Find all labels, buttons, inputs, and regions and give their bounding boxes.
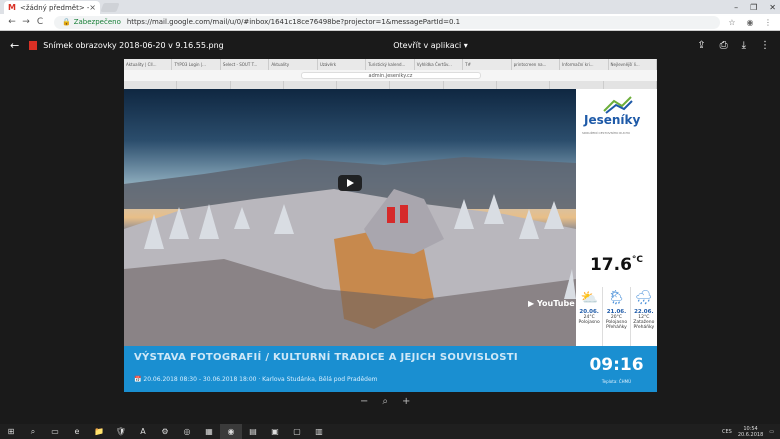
clock-source: Teplota: ČHMÚ: [601, 379, 632, 384]
temperature-value: 17.6: [589, 255, 632, 275]
app-icon[interactable]: ▣: [264, 424, 286, 439]
acrobat-icon[interactable]: A: [132, 424, 154, 439]
screenshot-image: Aktuality | Cll... TYPO3 Login |... Sele…: [124, 59, 657, 392]
youtube-logo: ▶ YouTube: [528, 299, 575, 308]
menu-icon[interactable]: ⋮: [762, 18, 774, 27]
forecast-desc: Zataženo Přeháňky: [633, 320, 655, 330]
app-icon[interactable]: ◎: [176, 424, 198, 439]
close-viewer-icon[interactable]: ←: [10, 39, 19, 52]
current-temperature: 17.6°C: [576, 255, 657, 275]
forecast-day: 🌦 21.06. 20°C Polojasno Přeháňky: [603, 287, 631, 346]
task-view-icon[interactable]: ▭: [44, 424, 66, 439]
new-tab-button[interactable]: [100, 3, 120, 12]
inner-tab: Aktuality | Cll...: [124, 59, 173, 70]
settings-icon[interactable]: ⚙: [154, 424, 176, 439]
forecast-day: 🌧 22.06. 12°C Zataženo Přeháňky: [631, 287, 657, 346]
gmail-icon: M: [8, 3, 16, 12]
inner-tab: Select - SOUT T...: [221, 59, 270, 70]
inner-tab: Turistický kalend...: [366, 59, 415, 70]
zoom-controls: − ⌕ +: [360, 396, 410, 407]
inner-tab: Uzávěrk: [318, 59, 367, 70]
zoom-icon[interactable]: ⌕: [382, 396, 388, 407]
folder-icon[interactable]: 📁: [88, 424, 110, 439]
app-icon[interactable]: ▥: [308, 424, 330, 439]
showers-icon: 🌦: [607, 290, 626, 306]
system-tray: CES 10:54 20.6.2018 ▭: [722, 426, 780, 438]
calculator-icon[interactable]: ▤: [242, 424, 264, 439]
tab-close-icon[interactable]: ×: [89, 3, 96, 12]
edge-icon[interactable]: e: [66, 424, 88, 439]
tab-title: <žádný předmět> - bez: [19, 3, 90, 12]
forecast-row: ⛅ 20.06. 24°C Polojasno 🌦 21.06. 20°C Po…: [576, 287, 657, 346]
temperature-unit: °C: [631, 255, 644, 265]
mountain-scene: [124, 157, 576, 346]
inner-tab: Vyhlídka Čertův...: [415, 59, 464, 70]
star-icon[interactable]: ☆: [726, 18, 738, 27]
maximize-icon[interactable]: ❐: [750, 3, 757, 12]
inner-bookmark-bar: [124, 81, 657, 89]
window-controls: – ❐ ✕: [734, 0, 776, 14]
forecast-desc: Polojasno Přeháňky: [605, 320, 628, 330]
mountain-logo-icon: [603, 96, 633, 114]
inner-tab: TYPO3 Login |...: [172, 59, 221, 70]
forecast-day: ⛅ 20.06. 24°C Polojasno: [576, 287, 604, 346]
download-icon[interactable]: ⤓: [742, 40, 746, 51]
notifications-icon[interactable]: ▭: [769, 429, 774, 435]
brand-name: Jeseníky: [584, 113, 641, 127]
extension-icon[interactable]: ◉: [744, 18, 756, 27]
rain-icon: 🌧: [634, 290, 653, 306]
zoom-out-button[interactable]: −: [360, 396, 368, 407]
inner-tab: T#: [463, 59, 512, 70]
brand-tagline: SDRUŽENÍ CESTOVNÍHO RUCHU: [582, 131, 631, 135]
print-icon[interactable]: ⎙: [720, 40, 728, 51]
more-options-icon[interactable]: ⋮: [760, 40, 770, 51]
shield-icon[interactable]: 🛡: [110, 424, 132, 439]
inner-address-bar: admin.jeseniky.cz: [124, 70, 657, 81]
partly-cloudy-icon: ⛅: [580, 290, 598, 306]
inner-tab: Aktuality: [269, 59, 318, 70]
event-title: VÝSTAVA FOTOGRAFIÍ / KULTURNÍ TRADICE A …: [134, 352, 518, 363]
image-file-icon: [29, 40, 38, 50]
forward-arrow-icon[interactable]: →: [20, 17, 32, 27]
inner-url: admin.jeseniky.cz: [300, 72, 481, 79]
tray-date: 20.6.2018: [737, 431, 764, 438]
clock-time: 09:16: [589, 355, 644, 375]
mountain-photo: [124, 89, 576, 346]
chrome-icon[interactable]: ◉: [220, 424, 242, 439]
url-input[interactable]: 🔒 Zabezpečeno https://mail.google.com/ma…: [54, 15, 720, 29]
address-bar-row: ← → C 🔒 Zabezpečeno https://mail.google.…: [0, 14, 780, 31]
forecast-desc: Polojasno: [578, 320, 600, 325]
inner-tab: Informační kri...: [560, 59, 609, 70]
play-icon: [347, 179, 354, 187]
app-icon[interactable]: ▦: [198, 424, 220, 439]
inner-tab: printscreen na...: [512, 59, 561, 70]
start-icon[interactable]: ⊞: [0, 424, 22, 439]
secure-label: Zabezpečeno: [73, 18, 121, 26]
add-to-drive-icon[interactable]: ⇪: [697, 40, 705, 51]
language-indicator[interactable]: CES: [722, 429, 732, 435]
viewer-actions: ⇪ ⎙ ⤓ ⋮: [697, 40, 770, 51]
jeseniky-logo: Jeseníky SDRUŽENÍ CESTOVNÍHO RUCHU: [576, 89, 657, 141]
url-text: https://mail.google.com/mail/u/0/#inbox/…: [126, 18, 461, 26]
zoom-in-button[interactable]: +: [402, 396, 410, 407]
open-with-button[interactable]: Otevřít v aplikaci ▾: [293, 41, 697, 50]
viewer-toolbar: ← Snímek obrazovky 2018-06-20 v 9.16.55.…: [0, 31, 780, 59]
reload-icon[interactable]: C: [34, 17, 46, 27]
app-icon[interactable]: ▢: [286, 424, 308, 439]
file-name: Snímek obrazovky 2018-06-20 v 9.16.55.pn…: [43, 40, 224, 50]
search-icon[interactable]: ⌕: [22, 424, 44, 439]
inner-browser-tabs: Aktuality | Cll... TYPO3 Login |... Sele…: [124, 59, 657, 70]
tray-clock[interactable]: 10:54 20.6.2018: [738, 426, 763, 438]
back-arrow-icon[interactable]: ←: [6, 17, 18, 27]
event-details: 📅 20.06.2018 08:30 - 30.06.2018 18:00 · …: [134, 376, 378, 383]
lock-icon: 🔒: [62, 18, 71, 26]
browser-tab[interactable]: M <žádný předmět> - bez ×: [4, 1, 100, 14]
inner-tab: Nejlevnější li...: [609, 59, 657, 70]
close-window-icon[interactable]: ✕: [769, 3, 776, 12]
windows-taskbar: ⊞ ⌕ ▭ e 📁 🛡 A ⚙ ◎ ▦ ◉ ▤ ▣ ▢ ▥ CES 10:54 …: [0, 424, 780, 439]
minimize-icon[interactable]: –: [734, 3, 738, 12]
